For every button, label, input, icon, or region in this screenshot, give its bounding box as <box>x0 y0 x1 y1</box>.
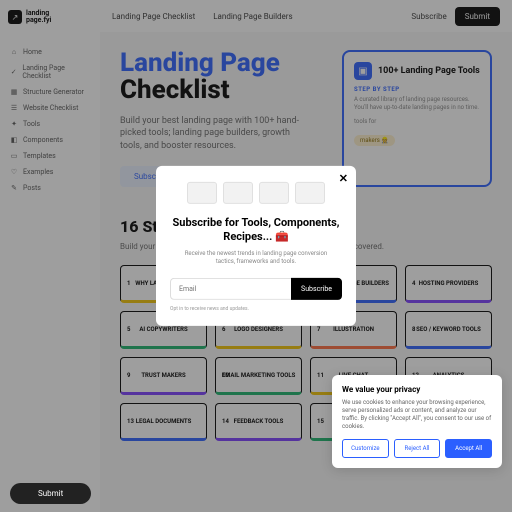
modal-subscribe-button[interactable]: Subscribe <box>291 278 342 300</box>
cookie-description: We use cookies to enhance your browsing … <box>342 399 492 431</box>
modal-opt-in-text: Opt in to receive news and updates. <box>170 306 342 312</box>
close-icon[interactable]: ✕ <box>339 172 348 185</box>
modal-description: Receive the newest trends in landing pag… <box>170 250 342 266</box>
cookie-accept-button[interactable]: Accept All <box>445 439 492 458</box>
floating-submit-button[interactable]: Submit <box>10 483 91 504</box>
subscribe-modal: ✕ Subscribe for Tools, Components, Recip… <box>156 166 356 326</box>
cookie-customize-button[interactable]: Customize <box>342 439 389 458</box>
modal-title: Subscribe for Tools, Components, Recipes… <box>170 216 342 245</box>
cookie-title: We value your privacy <box>342 385 492 394</box>
email-field[interactable] <box>170 278 291 300</box>
cookie-banner: We value your privacy We use cookies to … <box>332 375 502 468</box>
cookie-reject-button[interactable]: Reject All <box>394 439 441 458</box>
modal-thumbnails <box>170 182 342 204</box>
